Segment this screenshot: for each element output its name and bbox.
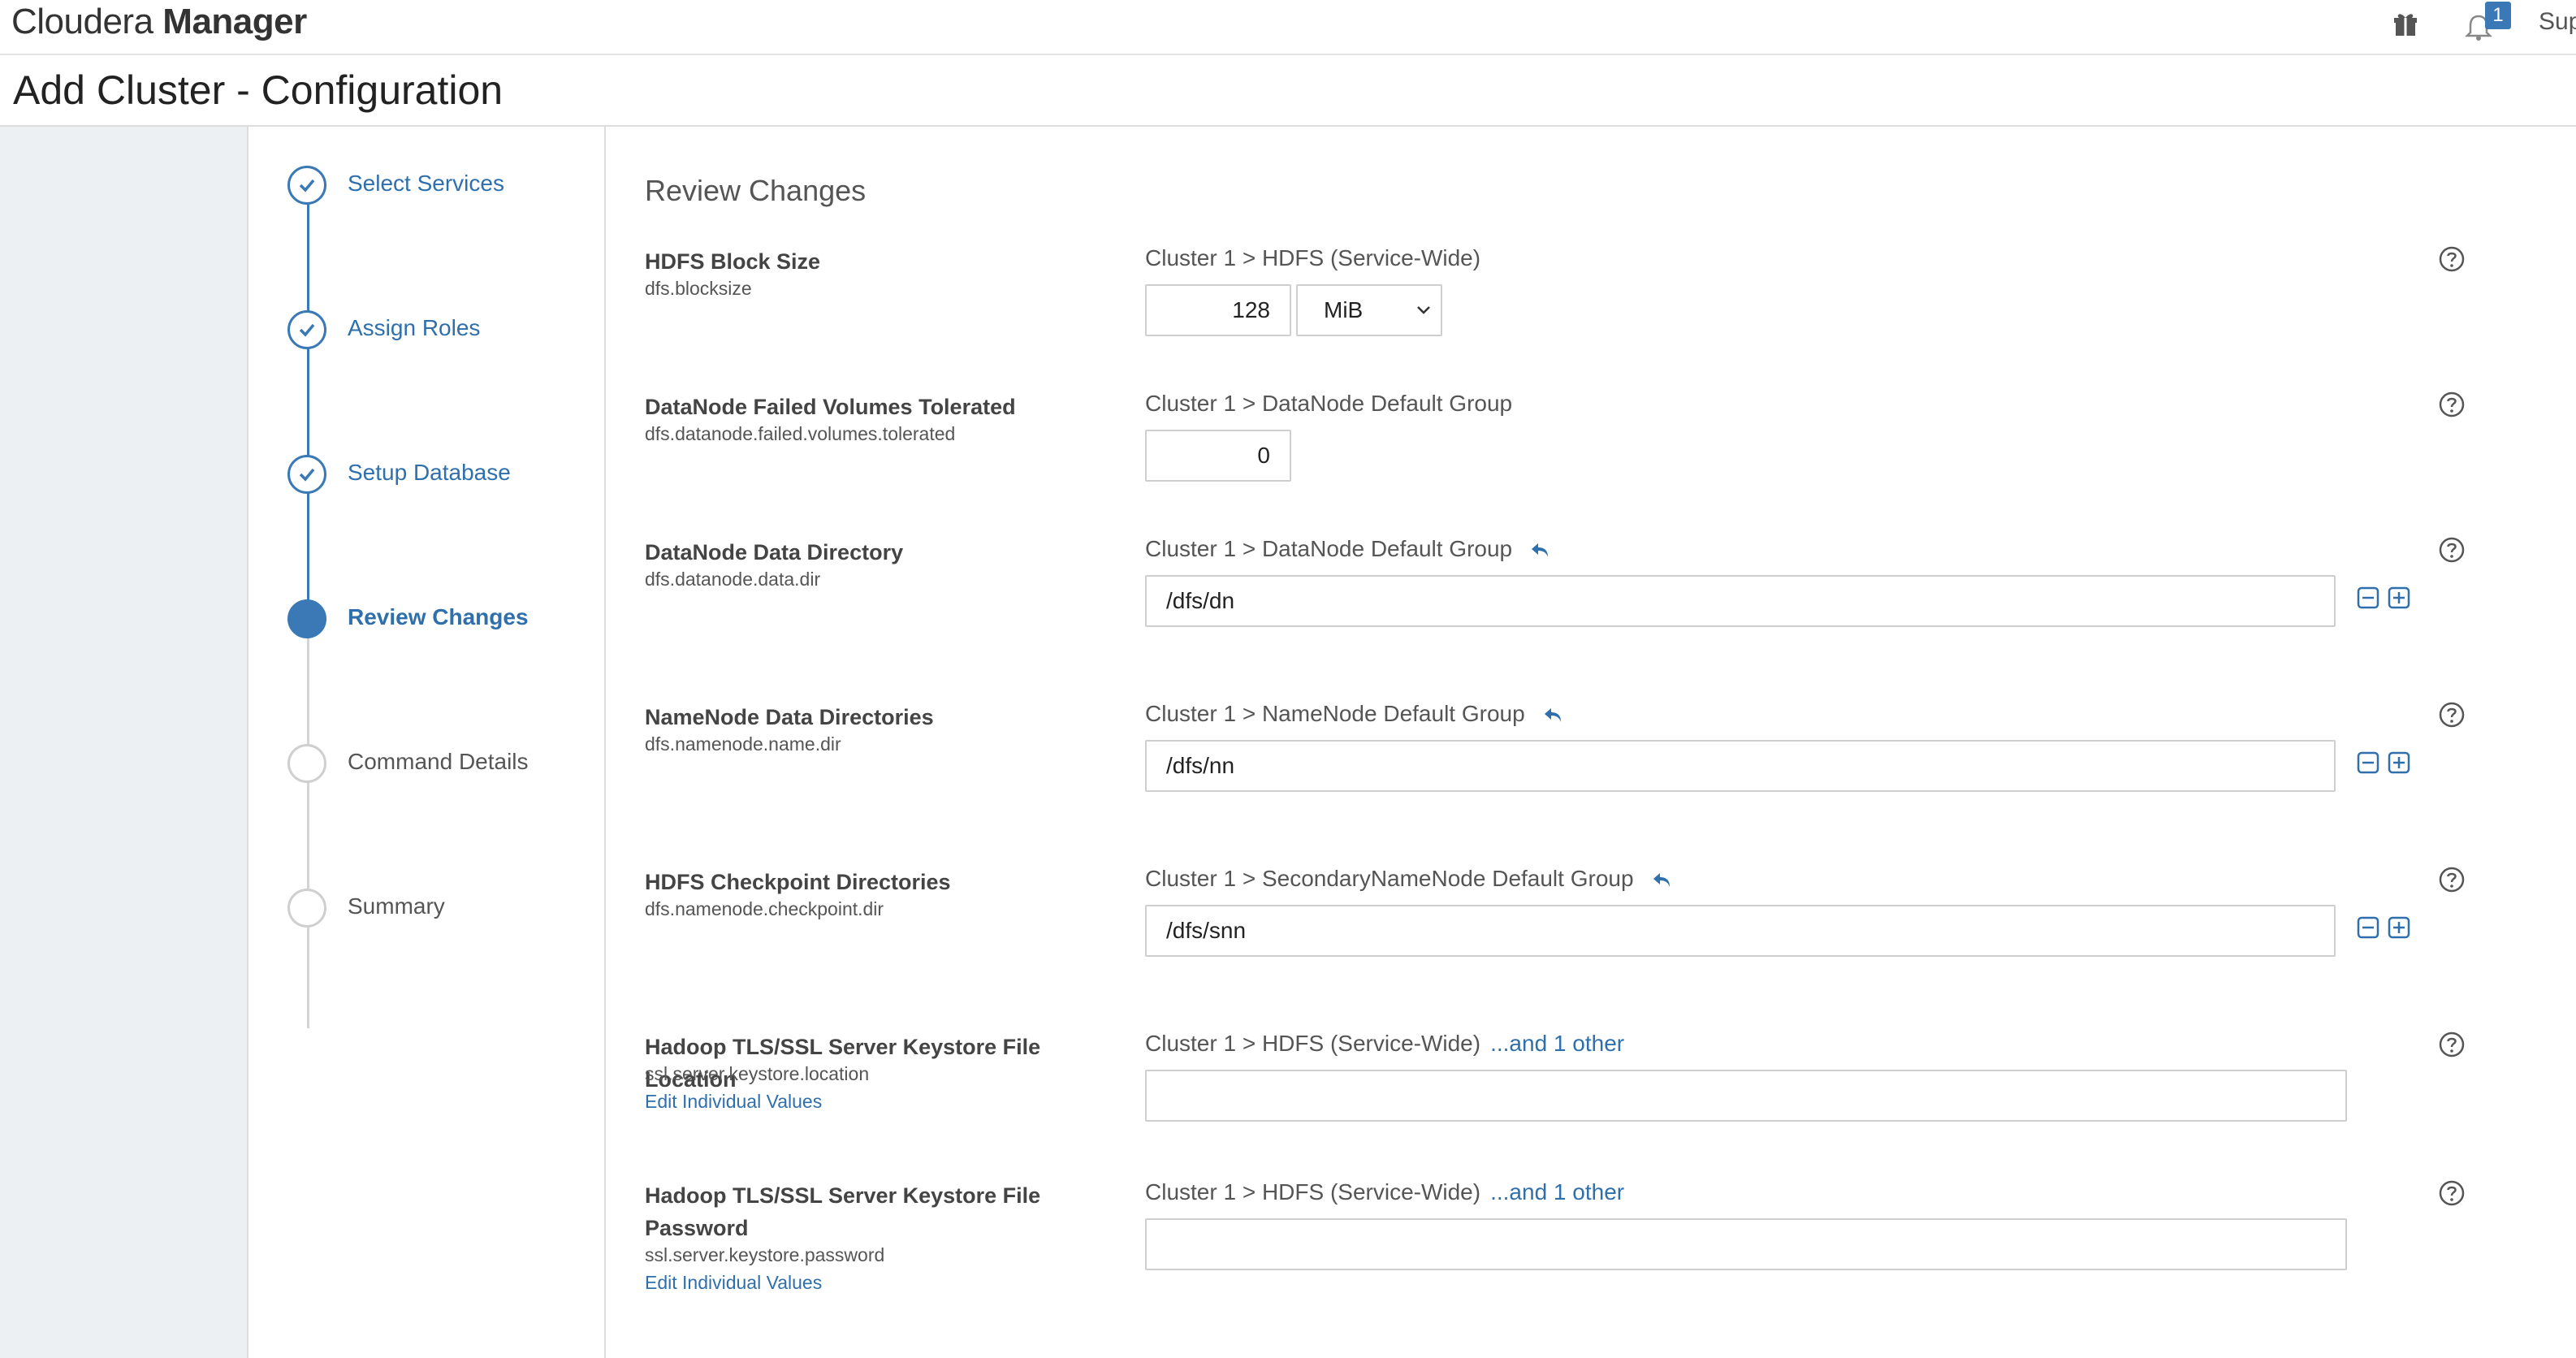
param-scope: Cluster 1 > HDFS (Service-Wide) bbox=[1145, 245, 1481, 270]
undo-icon[interactable] bbox=[1652, 871, 1673, 889]
cloudera-manager-logo[interactable]: Cloudera Manager bbox=[11, 2, 307, 42]
gift-icon[interactable] bbox=[2392, 11, 2418, 37]
param-key: dfs.namenode.checkpoint.dir bbox=[645, 898, 884, 919]
remove-value-icon[interactable] bbox=[2357, 751, 2379, 774]
failed-volumes-input[interactable]: 0 bbox=[1145, 430, 1291, 482]
step-label: Command Details bbox=[348, 749, 529, 774]
param-scope: Cluster 1 > DataNode Default Group bbox=[1145, 536, 1551, 562]
wizard-step-select-services[interactable]: Select Services bbox=[287, 166, 596, 208]
param-key: dfs.datanode.failed.volumes.tolerated bbox=[645, 423, 956, 444]
top-navbar: Cloudera Manager 1 Sup bbox=[0, 0, 2576, 55]
param-name: DataNode Failed Volumes Tolerated bbox=[645, 395, 1016, 419]
keystore-location-input[interactable] bbox=[1145, 1070, 2347, 1122]
page-title: Add Cluster - Configuration bbox=[13, 67, 504, 113]
step-complete-icon bbox=[287, 455, 326, 494]
checkpoint-dir-input[interactable]: /dfs/snn bbox=[1145, 905, 2336, 957]
left-gutter bbox=[0, 127, 249, 1358]
and-other-link[interactable]: ...and 1 other bbox=[1490, 1179, 1624, 1204]
step-pending-icon bbox=[287, 744, 326, 783]
param-scope: Cluster 1 > SecondaryNameNode Default Gr… bbox=[1145, 866, 1673, 892]
help-icon[interactable] bbox=[2438, 866, 2466, 893]
param-key: ssl.server.keystore.location bbox=[645, 1063, 870, 1084]
brand-light: Cloudera bbox=[11, 2, 153, 41]
step-pending-icon bbox=[287, 889, 326, 928]
undo-icon[interactable] bbox=[1530, 542, 1551, 560]
keystore-password-input[interactable] bbox=[1145, 1218, 2347, 1270]
wizard-step-summary: Summary bbox=[287, 889, 596, 931]
help-icon[interactable] bbox=[2438, 391, 2466, 418]
help-icon[interactable] bbox=[2438, 536, 2466, 564]
step-label: Setup Database bbox=[348, 460, 511, 485]
step-complete-icon bbox=[287, 166, 326, 205]
notifications-button[interactable]: 1 bbox=[2464, 2, 2511, 44]
remove-value-icon[interactable] bbox=[2357, 586, 2379, 609]
add-value-icon[interactable] bbox=[2388, 916, 2410, 939]
wizard-step-command-details: Command Details bbox=[287, 744, 596, 786]
param-name: HDFS Block Size bbox=[645, 249, 821, 274]
page-header: Add Cluster - Configuration bbox=[0, 55, 2576, 127]
unit-selected-value: MiB bbox=[1324, 297, 1364, 322]
param-scope: Cluster 1 > HDFS (Service-Wide) ...and 1 … bbox=[1145, 1179, 1625, 1204]
block-size-input[interactable]: 128 bbox=[1145, 284, 1291, 336]
param-name: NameNode Data Directories bbox=[645, 705, 934, 729]
review-changes-panel: Review Changes HDFS Block Size dfs.block… bbox=[606, 127, 2576, 1358]
remove-value-icon[interactable] bbox=[2357, 916, 2379, 939]
edit-individual-values-link[interactable]: Edit Individual Values bbox=[645, 1272, 822, 1294]
block-size-unit-select[interactable]: MiB bbox=[1296, 284, 1442, 336]
wizard-steps: Select Services Assign Roles Setup Datab… bbox=[249, 127, 606, 1358]
param-name: HDFS Checkpoint Directories bbox=[645, 870, 951, 894]
datanode-data-dir-input[interactable]: /dfs/dn bbox=[1145, 575, 2336, 627]
step-label: Review Changes bbox=[348, 604, 529, 629]
help-icon[interactable] bbox=[2438, 1031, 2466, 1058]
help-icon[interactable] bbox=[2438, 701, 2466, 729]
param-scope: Cluster 1 > DataNode Default Group bbox=[1145, 391, 1513, 416]
step-label: Summary bbox=[348, 893, 445, 919]
undo-icon[interactable] bbox=[1543, 707, 1564, 724]
edit-individual-values-link[interactable]: Edit Individual Values bbox=[645, 1091, 822, 1113]
wizard-step-setup-database[interactable]: Setup Database bbox=[287, 455, 596, 497]
notification-count-badge: 1 bbox=[2485, 2, 2511, 29]
param-key: ssl.server.keystore.password bbox=[645, 1244, 885, 1265]
step-current-icon bbox=[287, 599, 326, 638]
wizard-step-review-changes[interactable]: Review Changes bbox=[287, 599, 596, 642]
and-other-link[interactable]: ...and 1 other bbox=[1490, 1031, 1624, 1056]
step-label: Assign Roles bbox=[348, 315, 481, 340]
param-key: dfs.datanode.data.dir bbox=[645, 569, 821, 590]
brand-bold: Manager bbox=[162, 2, 307, 41]
namenode-name-dir-input[interactable]: /dfs/nn bbox=[1145, 740, 2336, 792]
help-icon[interactable] bbox=[2438, 245, 2466, 273]
param-key: dfs.blocksize bbox=[645, 278, 752, 299]
param-name: Hadoop TLS/SSL Server Keystore File Pass… bbox=[645, 1183, 1041, 1240]
param-scope: Cluster 1 > HDFS (Service-Wide) ...and 1 … bbox=[1145, 1031, 1625, 1056]
chevron-down-icon bbox=[1417, 306, 1430, 314]
section-title: Review Changes bbox=[645, 174, 867, 207]
add-value-icon[interactable] bbox=[2388, 751, 2410, 774]
step-label: Select Services bbox=[348, 171, 504, 196]
wizard-step-assign-roles[interactable]: Assign Roles bbox=[287, 310, 596, 352]
add-value-icon[interactable] bbox=[2388, 586, 2410, 609]
param-scope: Cluster 1 > NameNode Default Group bbox=[1145, 701, 1564, 727]
param-key: dfs.namenode.name.dir bbox=[645, 733, 841, 755]
support-menu[interactable]: Sup bbox=[2539, 8, 2576, 36]
help-icon[interactable] bbox=[2438, 1179, 2466, 1207]
step-complete-icon bbox=[287, 310, 326, 349]
param-name: DataNode Data Directory bbox=[645, 540, 904, 564]
